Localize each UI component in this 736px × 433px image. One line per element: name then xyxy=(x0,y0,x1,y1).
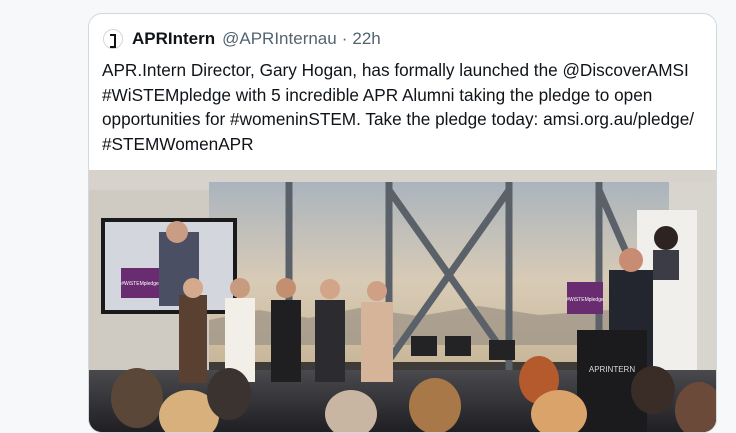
tweet-timestamp[interactable]: 22h xyxy=(352,29,380,49)
tweet-text: APR.Intern Director, Gary Hogan, has for… xyxy=(102,60,695,154)
tweet-photo[interactable]: #WiSTEMpledge #WiSTEMpledge APRINTERN xyxy=(89,170,717,433)
account-avatar-icon[interactable] xyxy=(103,29,123,49)
tv-sign-label: #WiSTEMpledge xyxy=(121,281,159,287)
header-separator: · xyxy=(341,29,348,48)
display-name[interactable]: APRIntern xyxy=(132,29,215,49)
account-handle[interactable]: @APRInternau xyxy=(222,29,337,49)
tweet-header: APRIntern @APRInternau · 22h xyxy=(103,28,381,50)
podium-sign-label: #WiSTEMpledge xyxy=(566,297,604,303)
podium-logo: APRINTERN xyxy=(589,365,635,374)
quoted-tweet-card[interactable]: APRIntern @APRInternau · 22h APR.Intern … xyxy=(88,13,717,433)
